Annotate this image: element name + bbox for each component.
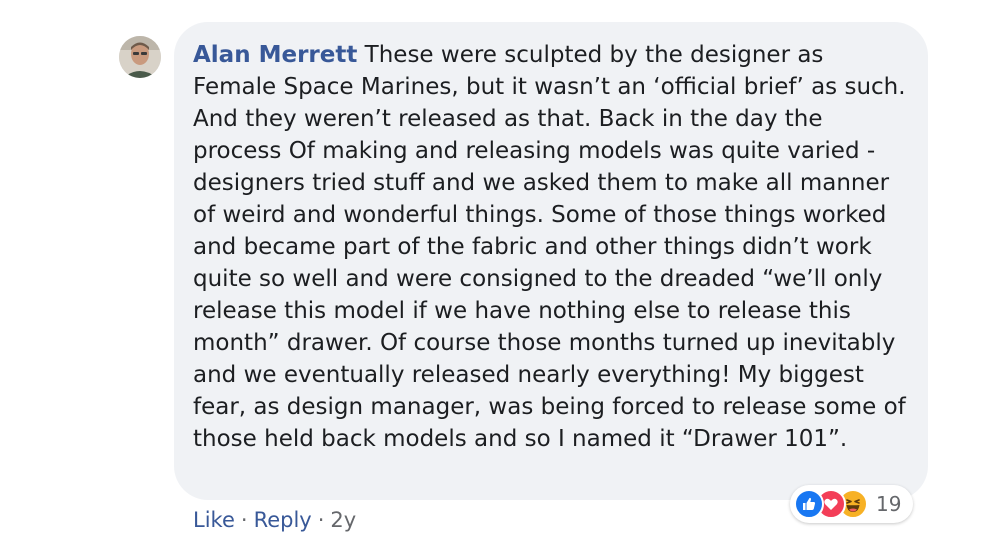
separator-dot: · bbox=[240, 508, 248, 532]
reaction-count: 19 bbox=[876, 492, 902, 516]
author-name[interactable]: Alan Merrett bbox=[193, 42, 357, 68]
comment-text: These were sculpted by the designer as F… bbox=[193, 42, 906, 452]
separator-dot: · bbox=[317, 508, 325, 532]
like-icon bbox=[794, 489, 824, 519]
like-button[interactable]: Like bbox=[193, 505, 235, 535]
comment-age[interactable]: 2y bbox=[330, 505, 356, 535]
reactions-summary[interactable]: 19 bbox=[790, 485, 914, 523]
comment-actions: Like · Reply · 2y bbox=[193, 505, 356, 535]
person-avatar-icon bbox=[119, 36, 161, 78]
comment-bubble: Alan Merrett These were sculpted by the … bbox=[174, 22, 928, 500]
comment-body: Alan Merrett These were sculpted by the … bbox=[193, 39, 908, 455]
comment-container: Alan Merrett These were sculpted by the … bbox=[0, 0, 992, 546]
avatar[interactable] bbox=[119, 36, 161, 78]
reply-button[interactable]: Reply bbox=[254, 505, 312, 535]
